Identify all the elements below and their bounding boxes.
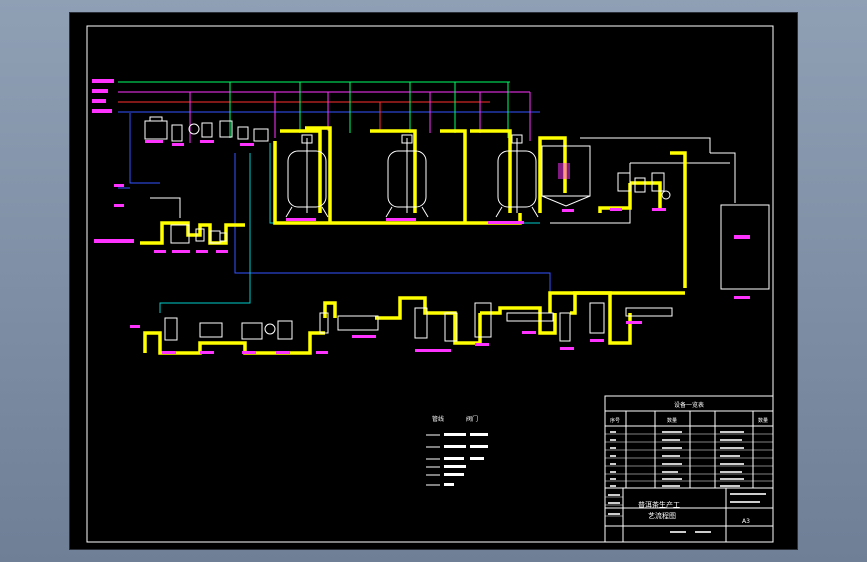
process-flow-drawing: 管线 阀门 设备一览表 序号 数量 数量 普洱茶生产工 艺流程图 A3 xyxy=(86,25,774,543)
col-qty-header: 数量 xyxy=(667,417,677,424)
col-qty-header-right: 数量 xyxy=(758,417,768,424)
large-tank xyxy=(720,204,770,299)
drawing-title-line1: 普洱茶生产工 xyxy=(638,500,680,509)
parts-list-header: 设备一览表 xyxy=(674,401,704,409)
drawing-title-line2: 艺流程图 xyxy=(648,511,676,520)
pretreatment-labels xyxy=(145,140,254,146)
reactor-2 xyxy=(385,134,429,221)
line-legend: 管线 阀门 xyxy=(426,415,488,486)
col-no-header: 序号 xyxy=(610,417,620,424)
lower-process-train xyxy=(164,302,673,342)
legend-header-right: 阀门 xyxy=(466,415,478,423)
cad-viewport[interactable]: 管线 阀门 设备一览表 序号 数量 数量 普洱茶生产工 艺流程图 A3 xyxy=(70,13,797,549)
pretreatment-units xyxy=(144,116,269,142)
legend-header-left: 管线 xyxy=(432,415,444,423)
sheet-size: A3 xyxy=(742,518,750,525)
reactor-3 xyxy=(488,134,539,224)
parts-list-rows xyxy=(605,433,773,517)
utility-header-lines xyxy=(92,79,540,143)
